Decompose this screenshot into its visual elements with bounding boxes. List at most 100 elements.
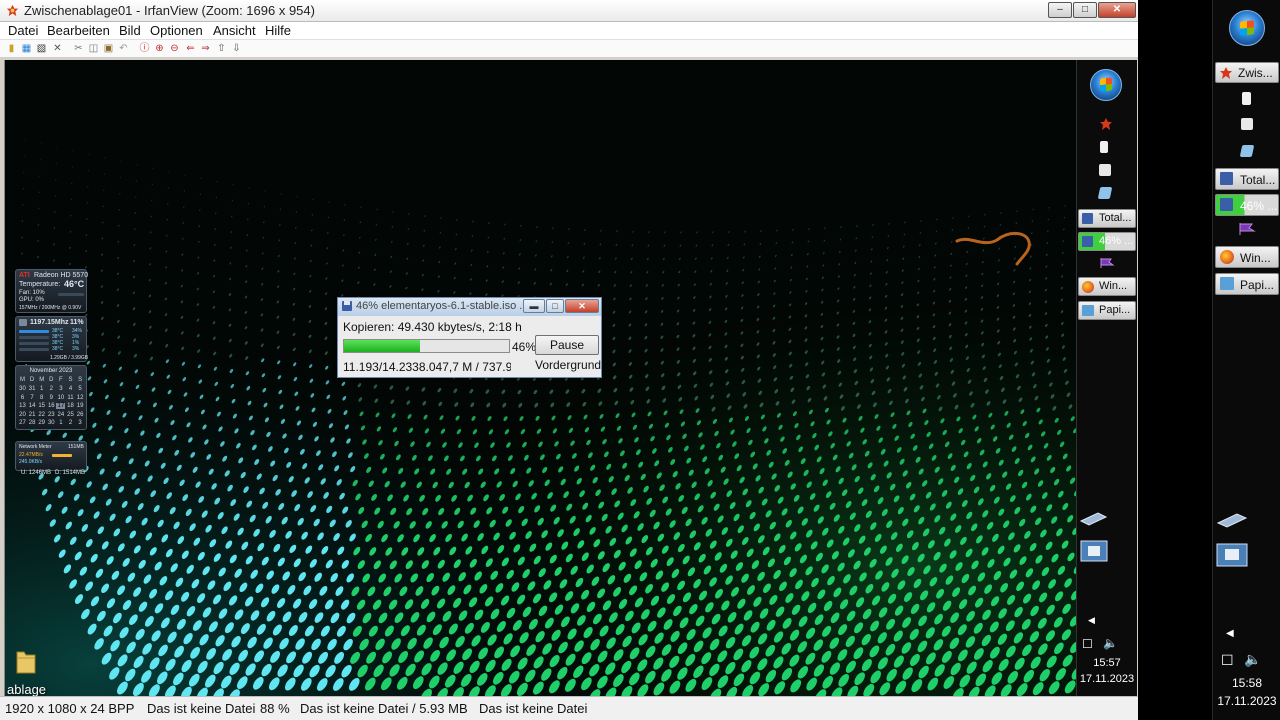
menu-bild[interactable]: Bild [119, 23, 141, 38]
calendar-day[interactable]: 15 [37, 403, 46, 409]
download-icon[interactable]: ⇩ [231, 43, 242, 54]
calendar-day[interactable]: 18 [66, 403, 75, 409]
calendar-day[interactable]: 27 [18, 420, 27, 426]
calendar-day[interactable]: 9 [47, 395, 56, 401]
open-icon[interactable]: ▮ [6, 43, 17, 54]
dialog-maximize-button[interactable]: □ [546, 299, 564, 313]
network-drive-icon[interactable] [1215, 510, 1249, 532]
flag-icon[interactable] [1238, 222, 1256, 236]
calendar-day[interactable]: 26 [76, 412, 85, 418]
dialog-title-bar[interactable]: 46% elementaryos-6.1-stable.iso ... ▬ □ … [338, 298, 601, 316]
minimize-button[interactable]: – [1048, 2, 1072, 18]
close-button[interactable]: ✕ [1098, 2, 1136, 18]
next-icon[interactable]: ⇒ [200, 43, 211, 54]
thumbnails-icon[interactable]: ▦ [21, 43, 32, 54]
document-icon[interactable] [1242, 92, 1251, 105]
calendar-day[interactable]: 30 [47, 420, 56, 426]
calendar-day[interactable]: 23 [47, 412, 56, 418]
calendar-day[interactable]: 25 [66, 412, 75, 418]
taskbar-button-copy[interactable]: 46% ... [1215, 194, 1279, 216]
calendar-day[interactable]: 6 [18, 395, 27, 401]
folder-label[interactable]: ablage [7, 682, 46, 696]
calendar-day[interactable]: 16 [47, 403, 56, 409]
menu-bearbeiten[interactable]: Bearbeiten [47, 23, 110, 38]
image-canvas[interactable]: ATI Radeon HD 5570 Temperature: 46°C Fan… [4, 60, 1077, 696]
start-orb-icon[interactable] [1090, 69, 1122, 101]
cut-icon[interactable]: ✂ [73, 43, 84, 54]
document-icon[interactable] [1100, 141, 1108, 153]
prev-icon[interactable]: ⇐ [185, 43, 196, 54]
taskbar-button-firefox[interactable]: Win... [1215, 246, 1279, 268]
calendar-day[interactable]: 19 [76, 403, 85, 409]
network-drive-icon[interactable] [1078, 509, 1108, 529]
calendar-day[interactable]: 29 [37, 420, 46, 426]
taskbar-button-total[interactable]: Total... [1078, 209, 1136, 228]
clock-date[interactable]: 17.11.2023 [1213, 694, 1280, 708]
calendar-day[interactable]: 11 [66, 395, 75, 401]
zoom-out-icon[interactable]: ⊖ [169, 43, 180, 54]
clock-time[interactable]: 15:58 [1213, 676, 1280, 690]
calendar-day[interactable]: 12 [76, 395, 85, 401]
calendar-day[interactable]: 31 [28, 386, 37, 392]
computer-icon[interactable] [1080, 540, 1108, 562]
calendar-day[interactable]: 4 [66, 386, 75, 392]
delete-icon[interactable]: ✕ [52, 43, 63, 54]
calendar-day[interactable]: 3 [56, 386, 65, 392]
clock-date[interactable]: 17.11.2023 [1077, 673, 1137, 685]
start-orb-icon[interactable] [1229, 10, 1265, 46]
menu-ansicht[interactable]: Ansicht [213, 23, 256, 38]
pause-button[interactable]: Pause [535, 335, 599, 355]
taskbar-button-irfanview[interactable]: Zwis... [1215, 62, 1279, 83]
title-bar[interactable]: Zwischenablage01 - IrfanView (Zoom: 1696… [0, 0, 1138, 22]
notepad-icon[interactable] [1099, 164, 1111, 176]
calendar-day[interactable]: 30 [18, 386, 27, 392]
calendar-day[interactable]: 14 [28, 403, 37, 409]
calendar-day[interactable]: 17 [56, 403, 66, 409]
maximize-button[interactable]: □ [1073, 2, 1097, 18]
network-tray-icon[interactable]: ☐ [1082, 637, 1093, 651]
save-icon[interactable]: ▧ [36, 43, 47, 54]
upload-icon[interactable]: ⇧ [216, 43, 227, 54]
dialog-minimize-button[interactable]: ▬ [523, 299, 545, 313]
notepad-icon[interactable] [1241, 118, 1253, 130]
calendar-day[interactable]: 22 [37, 412, 46, 418]
menu-optionen[interactable]: Optionen [150, 23, 203, 38]
computer-icon[interactable] [1216, 543, 1248, 567]
paint-icon[interactable] [1097, 187, 1113, 199]
show-hidden-icons-icon[interactable]: ◀ [1088, 615, 1095, 626]
paint-icon[interactable] [1239, 145, 1255, 157]
volume-icon[interactable]: 🔈 [1244, 651, 1261, 668]
calendar-day[interactable]: 7 [28, 395, 37, 401]
calendar-day[interactable]: 10 [56, 395, 65, 401]
calendar-day[interactable]: 28 [28, 420, 37, 426]
show-hidden-icons-icon[interactable]: ◀ [1226, 628, 1234, 639]
calendar-day[interactable]: 1 [56, 420, 65, 426]
menu-datei[interactable]: Datei [8, 23, 38, 38]
taskbar-button-papierkorb[interactable]: Papi... [1078, 301, 1136, 320]
copy-icon[interactable]: ◫ [88, 43, 99, 54]
taskbar-button-copy[interactable]: 46% ... [1078, 232, 1136, 251]
calendar-day[interactable]: 21 [28, 412, 37, 418]
paste-icon[interactable]: ▣ [103, 43, 114, 54]
calendar-day[interactable]: 13 [18, 403, 27, 409]
taskbar-button-firefox[interactable]: Win... [1078, 277, 1136, 296]
calendar-day[interactable]: 5 [76, 386, 85, 392]
flag-icon[interactable] [1099, 257, 1115, 269]
volume-icon[interactable]: 🔈 [1103, 636, 1118, 650]
foreground-button[interactable]: Vordergrund [535, 356, 601, 376]
calendar-day[interactable]: 3 [76, 420, 85, 426]
menu-hilfe[interactable]: Hilfe [265, 23, 291, 38]
network-tray-icon[interactable]: ☐ [1221, 652, 1234, 669]
undo-icon[interactable]: ↶ [118, 43, 129, 54]
irfanview-icon[interactable] [1099, 117, 1113, 131]
clock-time[interactable]: 15:57 [1077, 657, 1137, 669]
calendar-day[interactable]: 2 [66, 420, 75, 426]
calendar-day[interactable]: 24 [56, 412, 65, 418]
calendar-day[interactable]: 1 [37, 386, 46, 392]
calendar-day[interactable]: 20 [18, 412, 27, 418]
calendar-day[interactable]: 8 [37, 395, 46, 401]
folder-icon[interactable] [15, 649, 37, 675]
taskbar-button-total[interactable]: Total... [1215, 168, 1279, 190]
taskbar-button-papierkorb[interactable]: Papi... [1215, 273, 1279, 295]
calendar-day[interactable]: 2 [47, 386, 56, 392]
